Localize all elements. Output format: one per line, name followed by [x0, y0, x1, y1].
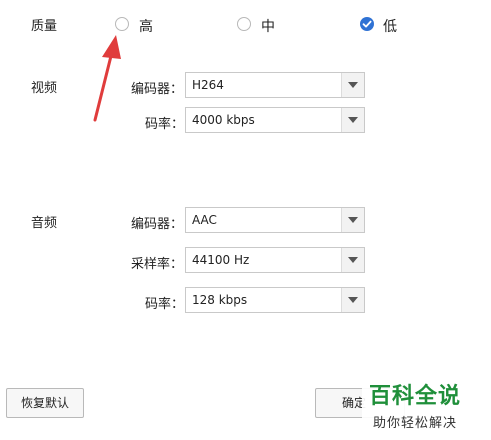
video-encoder-select[interactable]: H264: [185, 72, 365, 98]
audio-samplerate-label: 采样率：: [131, 257, 184, 272]
audio-samplerate-select[interactable]: 44100 Hz: [185, 247, 365, 273]
audio-encoder-dropdown-button[interactable]: [341, 208, 364, 232]
quality-label: 质量: [31, 19, 58, 34]
chevron-down-icon: [348, 297, 358, 303]
checkmark-icon: [362, 20, 372, 28]
quality-low-label[interactable]: 低: [383, 16, 397, 36]
audio-samplerate-dropdown-button[interactable]: [341, 248, 364, 272]
audio-encoder-select[interactable]: AAC: [185, 207, 365, 233]
video-encoder-value: H264: [192, 78, 224, 92]
quality-low-radio[interactable]: [360, 17, 374, 31]
chevron-down-icon: [348, 117, 358, 123]
video-bitrate-label: 码率：: [145, 117, 185, 132]
video-bitrate-value: 4000 kbps: [192, 113, 255, 127]
chevron-down-icon: [348, 257, 358, 263]
audio-encoder-label: 编码器：: [131, 217, 184, 232]
audio-encoder-value: AAC: [192, 213, 217, 227]
video-bitrate-dropdown-button[interactable]: [341, 108, 364, 132]
chevron-down-icon: [348, 217, 358, 223]
audio-bitrate-value: 128 kbps: [192, 293, 248, 307]
audio-bitrate-dropdown-button[interactable]: [341, 288, 364, 312]
video-encoder-dropdown-button[interactable]: [341, 73, 364, 97]
annotation-arrow-icon: [93, 35, 121, 122]
audio-samplerate-value: 44100 Hz: [192, 253, 250, 267]
video-section-label: 视频: [31, 81, 58, 96]
quality-medium-radio[interactable]: [237, 17, 251, 31]
audio-section-label: 音频: [31, 216, 58, 231]
chevron-down-icon: [348, 82, 358, 88]
restore-default-button[interactable]: 恢复默认: [6, 388, 84, 418]
watermark-title: 百科全说: [369, 384, 462, 409]
watermark-subtitle: 助你轻松解决: [373, 416, 458, 431]
audio-bitrate-label: 码率：: [145, 297, 185, 312]
video-encoder-label: 编码器：: [131, 82, 184, 97]
quality-high-label[interactable]: 高: [139, 16, 153, 36]
audio-bitrate-select[interactable]: 128 kbps: [185, 287, 365, 313]
quality-medium-label[interactable]: 中: [261, 16, 275, 36]
quality-high-radio[interactable]: [115, 17, 129, 31]
video-bitrate-select[interactable]: 4000 kbps: [185, 107, 365, 133]
